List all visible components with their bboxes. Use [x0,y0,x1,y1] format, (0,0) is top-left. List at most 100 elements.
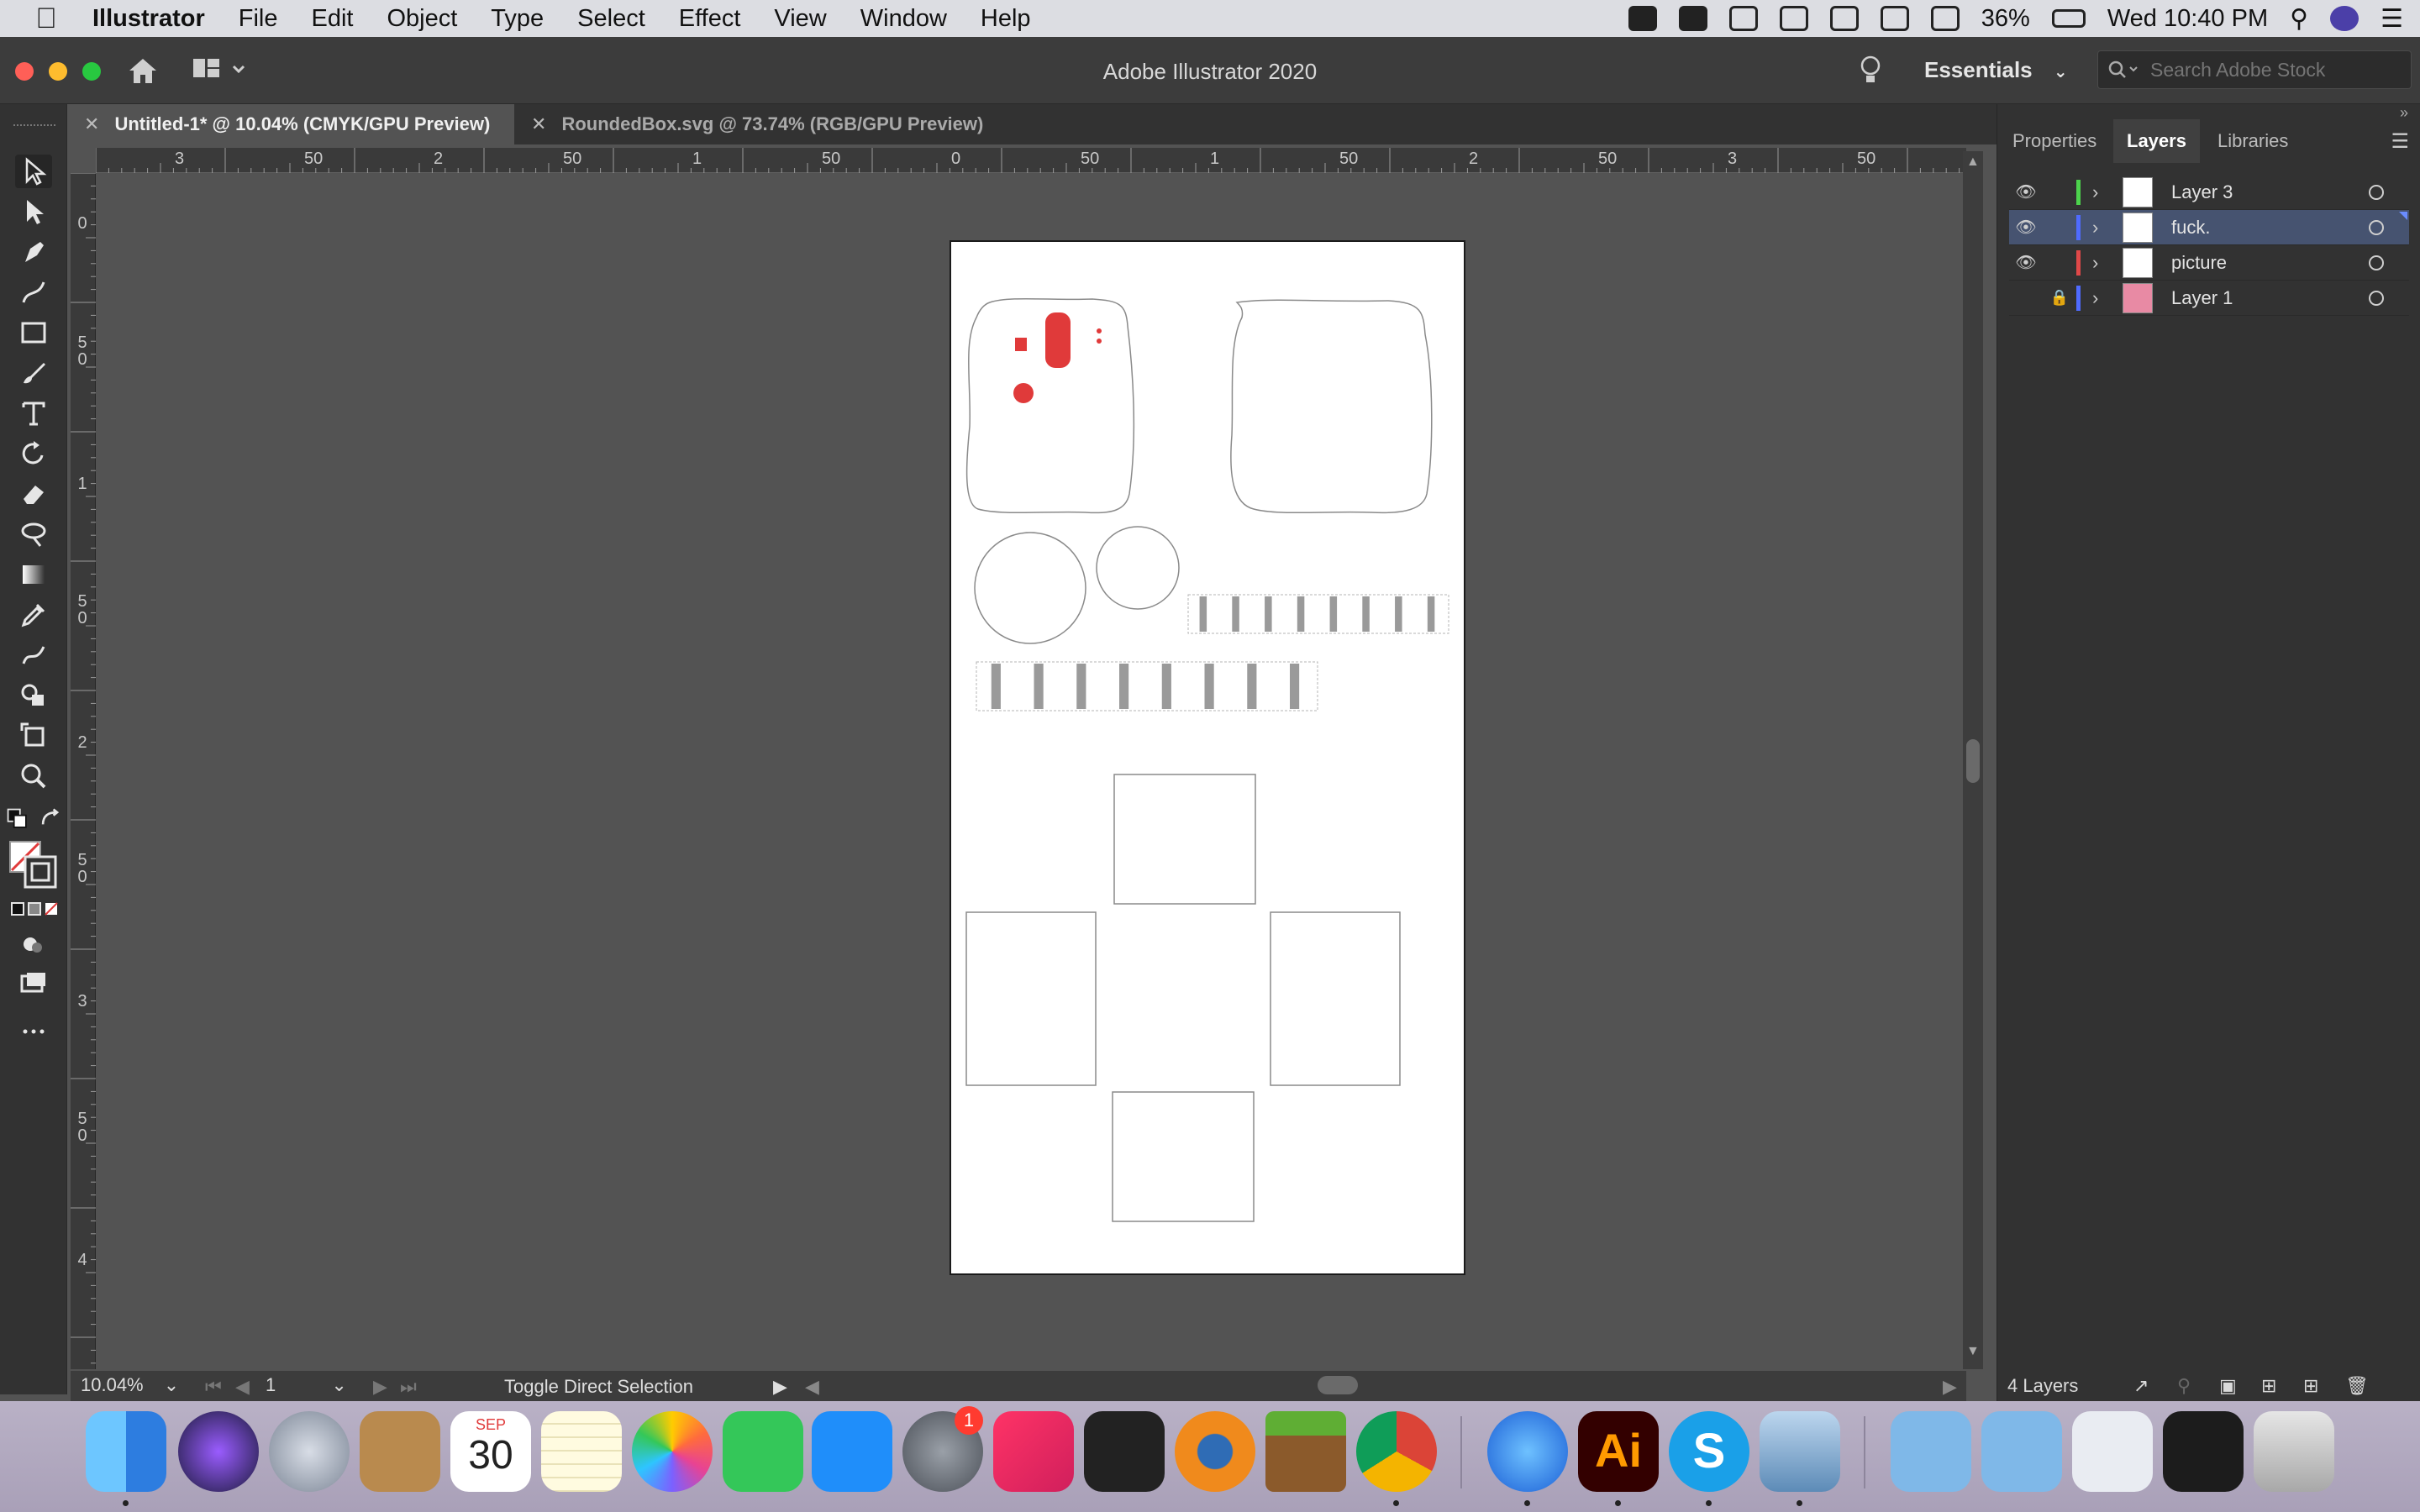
target-circle-icon[interactable] [2369,184,2384,200]
wifi-icon[interactable] [1930,6,1960,31]
stock-search-input[interactable] [2150,58,2402,81]
expand-chevron-icon[interactable]: › [2092,181,2118,203]
net-right-panel[interactable] [1270,911,1401,1086]
striped-strip-short[interactable] [1187,594,1449,634]
new-layer-icon[interactable]: ⊞ [2303,1371,2318,1401]
rotate-tool-icon[interactable] [15,437,52,470]
visibility-eye-icon[interactable]: 👁 [2009,252,2043,273]
edit-toolbar-icon[interactable] [15,1015,52,1048]
scroll-down-icon[interactable]: ▼ [1966,1344,1980,1359]
chrome-icon[interactable] [1356,1411,1437,1492]
direct-selection-tool-icon[interactable] [15,195,52,228]
new-sublayer-icon[interactable]: ⊞ [2261,1371,2276,1401]
net-left-panel[interactable] [965,911,1097,1086]
tab-roundedbox[interactable]: ✕ RoundedBox.svg @ 73.74% (RGB/GPU Previ… [514,104,1035,144]
tasks-icon[interactable] [1628,6,1657,31]
curvature-tool-icon[interactable] [15,276,52,309]
layer-row-layer-3[interactable]: 👁 › Layer 3 [2009,175,2409,210]
target-circle-icon[interactable] [2369,290,2384,306]
notes-icon[interactable] [541,1411,622,1492]
vertical-scroll-thumb[interactable] [1966,739,1980,783]
panel-menu-icon[interactable]: ☰ [2391,129,2409,154]
zoom-tool-icon[interactable] [15,759,52,793]
creative-cloud-status-icon[interactable] [1728,6,1758,31]
horizontal-scroll-thumb[interactable] [1318,1376,1358,1394]
apple-menu-icon[interactable]:  [0,3,92,35]
default-colors-icon[interactable] [5,803,32,837]
rectangle-tool-icon[interactable] [15,316,52,349]
circle-small[interactable] [1096,526,1180,610]
type-tool-icon[interactable] [15,396,52,430]
shape-builder-tool-icon[interactable] [15,679,52,712]
artboard[interactable] [950,240,1465,1275]
photos-icon[interactable] [632,1411,713,1492]
scroll-up-icon[interactable]: ▲ [1966,155,1980,170]
lightbulb-icon[interactable] [1859,54,1882,87]
workspace-switcher[interactable]: Essentials ⌄ [1924,57,2068,83]
draw-mode-icon[interactable] [15,927,52,961]
contacts-icon[interactable] [360,1411,440,1492]
creative-cloud-icon[interactable] [993,1411,1074,1492]
toolbar-grip[interactable] [13,124,55,129]
app-menu[interactable]: Illustrator [92,5,205,33]
tab-untitled-1[interactable]: ✕ Untitled-1* @ 10.04% (CMYK/GPU Preview… [67,104,514,144]
red-dot-top[interactable] [1097,328,1102,333]
screen-mode-icon[interactable] [15,968,52,1001]
menu-file[interactable]: File [239,5,278,33]
finder-icon[interactable] [86,1411,166,1492]
expand-chevron-icon[interactable]: › [2092,252,2118,274]
close-tab-icon[interactable]: ✕ [531,113,546,135]
menu-effect[interactable]: Effect [679,5,741,33]
canvas-area[interactable] [96,173,1966,1369]
menu-help[interactable]: Help [981,5,1031,33]
layer-name[interactable]: Layer 1 [2171,287,2233,309]
swap-colors-icon[interactable] [37,803,64,837]
skype-icon[interactable]: S [1669,1411,1749,1492]
first-artboard-icon[interactable]: ⏮ [205,1376,222,1398]
lock-icon[interactable]: 🔒 [2043,289,2076,307]
visibility-eye-icon[interactable]: 👁 [2009,217,2043,238]
prev-artboard-icon[interactable]: ◀ [235,1376,250,1398]
final-cut-icon[interactable] [1084,1411,1165,1492]
last-artboard-icon[interactable]: ⏭ [400,1376,417,1398]
selection-tool-icon[interactable] [15,155,52,188]
status-menu-icon[interactable]: ▶ [773,1376,787,1398]
eraser-tool-icon[interactable] [15,477,52,511]
bluetooth-icon[interactable] [1880,6,1909,31]
calendar-icon[interactable]: SEP 30 [450,1411,531,1492]
menu-select[interactable]: Select [577,5,645,33]
notification-center-icon[interactable]: ☰ [2381,4,2403,34]
horizontal-ruler[interactable]: 3 50 2 50 1 50 0 50 1 50 2 50 3 50 [96,148,1966,173]
striped-strip-long[interactable] [976,661,1318,711]
artboard-number-dropdown[interactable]: 1 ⌄ [266,1374,350,1398]
time-machine-icon[interactable] [1829,6,1859,31]
puppet-warp-tool-icon[interactable] [15,638,52,672]
layer-row-layer-1[interactable]: 🔒 › Layer 1 [2009,281,2409,316]
photos-status-icon[interactable] [1678,6,1707,31]
layer-name[interactable]: Layer 3 [2171,181,2233,203]
clipping-mask-icon[interactable]: ▣ [2219,1371,2237,1401]
expand-chevron-icon[interactable]: › [2092,217,2118,239]
layer-row-fuck[interactable]: 👁 › fuck. [2009,210,2409,245]
applications-folder-icon[interactable] [1981,1411,2062,1492]
net-top-panel[interactable] [1113,774,1256,905]
width-tool-icon[interactable] [15,517,52,551]
airplay-icon[interactable] [1779,6,1808,31]
red-dot-bottom[interactable] [1097,339,1102,344]
layer-name[interactable]: fuck. [2171,217,2210,239]
color-mode-buttons[interactable] [10,900,60,917]
target-circle-icon[interactable] [2369,255,2384,270]
scroll-left-icon[interactable]: ◀ [805,1376,819,1398]
minecraft-icon[interactable] [1265,1411,1346,1492]
facetime-icon[interactable] [723,1411,803,1492]
red-tall-pill[interactable] [1045,312,1071,368]
launchpad-icon[interactable] [269,1411,350,1492]
artboard-tool-icon[interactable] [15,719,52,753]
fill-stroke-widget[interactable] [8,840,59,890]
box-face-back[interactable] [1230,299,1433,514]
menu-object[interactable]: Object [387,5,457,33]
visibility-eye-icon[interactable]: 👁 [2009,181,2043,202]
blender-icon[interactable] [1175,1411,1255,1492]
sketchbook-icon[interactable] [1487,1411,1568,1492]
app-store-icon[interactable] [812,1411,892,1492]
